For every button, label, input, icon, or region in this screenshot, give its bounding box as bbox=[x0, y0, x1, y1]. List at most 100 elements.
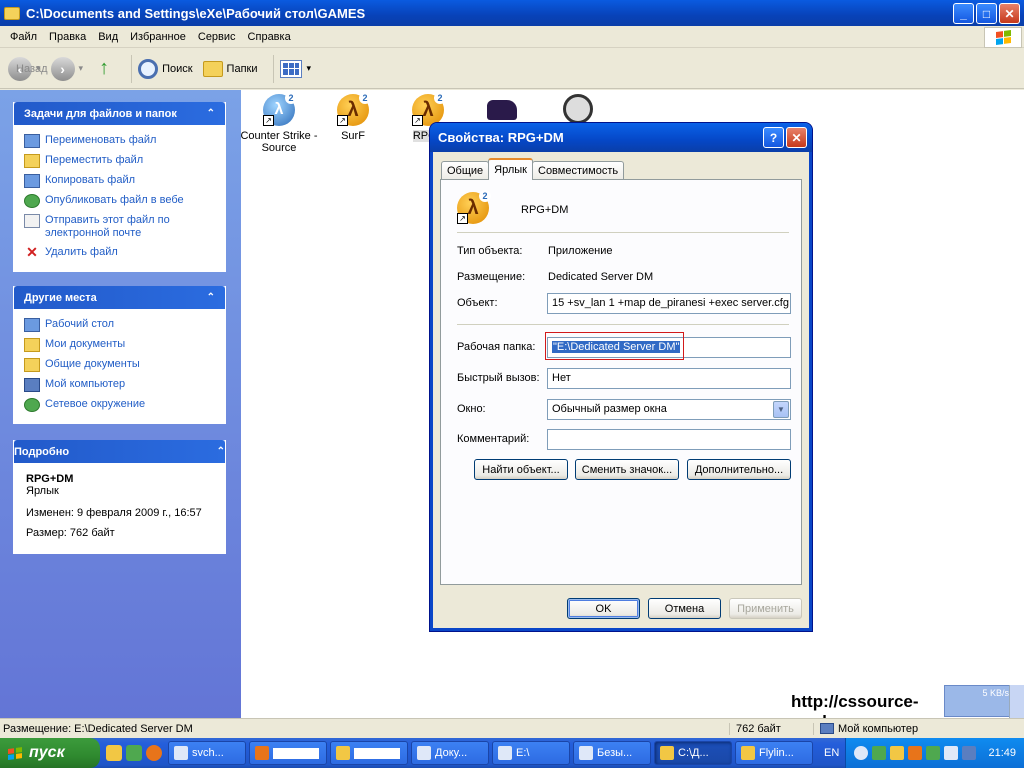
collapse-chevron-icon[interactable]: ⌃ bbox=[207, 108, 215, 119]
forward-arrow-icon: › bbox=[50, 56, 75, 81]
app-icon bbox=[336, 746, 350, 760]
forward-dropdown-icon[interactable]: ▾ bbox=[79, 63, 84, 74]
volume-icon[interactable] bbox=[962, 746, 977, 760]
chevron-down-icon[interactable]: ▼ bbox=[773, 401, 789, 418]
task-label: Удалить файл bbox=[45, 246, 118, 258]
taskbar-button[interactable]: Доку... bbox=[411, 741, 489, 765]
taskbar-button[interactable] bbox=[249, 741, 327, 765]
place-label: Мой компьютер bbox=[45, 378, 126, 390]
place-shared-documents[interactable]: Общие документы bbox=[24, 355, 215, 375]
dialog-title: Свойства: RPG+DM bbox=[438, 130, 564, 145]
tray-icon[interactable] bbox=[872, 746, 887, 760]
quicklaunch-icon[interactable] bbox=[126, 745, 142, 761]
hotkey-field[interactable]: Нет bbox=[547, 368, 791, 389]
close-button[interactable]: ✕ bbox=[999, 3, 1020, 24]
task-email[interactable]: Отправить этот файл по электронной почте bbox=[24, 211, 215, 243]
collapse-chevron-icon[interactable]: ⌃ bbox=[217, 446, 225, 457]
search-button[interactable]: Поиск bbox=[138, 58, 193, 79]
help-button[interactable]: ? bbox=[763, 127, 784, 148]
tray-icon[interactable] bbox=[854, 746, 869, 760]
explorer-title-bar[interactable]: C:\Documents and Settings\eXe\Рабочий ст… bbox=[0, 0, 1024, 26]
minimize-button[interactable]: _ bbox=[953, 3, 974, 24]
file-tasks-header[interactable]: Задачи для файлов и папок ⌃ bbox=[14, 102, 225, 125]
taskbar-button[interactable]: Безы... bbox=[573, 741, 651, 765]
apply-button[interactable]: Применить bbox=[729, 598, 802, 619]
place-network[interactable]: Сетевое окружение bbox=[24, 395, 215, 415]
tab-compatibility[interactable]: Совместимость bbox=[532, 161, 625, 180]
maximize-button[interactable]: □ bbox=[976, 3, 997, 24]
start-button[interactable]: пуск bbox=[0, 738, 100, 768]
taskbar-label: Flylin... bbox=[759, 747, 794, 759]
folders-label: Папки bbox=[226, 62, 258, 75]
file-item[interactable]: λ 2 ↗ SurF bbox=[313, 92, 393, 142]
task-pane: Задачи для файлов и папок ⌃ Переименоват… bbox=[0, 90, 241, 718]
back-label: Назад bbox=[16, 62, 48, 75]
task-publish-web[interactable]: Опубликовать файл в вебе bbox=[24, 191, 215, 211]
folder-icon bbox=[660, 746, 674, 760]
ok-button[interactable]: OK bbox=[567, 598, 640, 619]
back-button[interactable]: ‹ Назад ▾ bbox=[8, 56, 48, 81]
file-item[interactable]: λ 2 ↗ Counter Strike - Source bbox=[239, 92, 319, 154]
tab-shortcut[interactable]: Ярлык bbox=[488, 158, 533, 180]
menu-edit[interactable]: Правка bbox=[43, 31, 92, 43]
place-my-documents[interactable]: Мои документы bbox=[24, 335, 215, 355]
task-move[interactable]: Переместить файл bbox=[24, 151, 215, 171]
workdir-label: Рабочая папка: bbox=[457, 341, 536, 353]
menu-help[interactable]: Справка bbox=[242, 31, 297, 43]
tray-icon[interactable] bbox=[926, 746, 941, 760]
task-label: Опубликовать файл в вебе bbox=[45, 194, 184, 206]
menu-view[interactable]: Вид bbox=[92, 31, 124, 43]
task-rename[interactable]: Переименовать файл bbox=[24, 131, 215, 151]
language-indicator[interactable]: EN bbox=[824, 747, 844, 759]
documents-folder-icon bbox=[24, 338, 40, 352]
target-label: Объект: bbox=[457, 297, 498, 309]
divider bbox=[457, 232, 789, 233]
window-label: Окно: bbox=[457, 403, 486, 415]
other-places-header[interactable]: Другие места ⌃ bbox=[14, 286, 225, 309]
window-title: C:\Documents and Settings\eXe\Рабочий ст… bbox=[26, 5, 366, 21]
place-desktop[interactable]: Рабочий стол bbox=[24, 315, 215, 335]
window-select[interactable]: Обычный размер окна ▼ bbox=[547, 399, 791, 420]
quicklaunch-icon[interactable] bbox=[106, 745, 122, 761]
rename-icon bbox=[24, 134, 40, 148]
tray-icon[interactable] bbox=[890, 746, 905, 760]
up-button[interactable]: ↑ bbox=[93, 57, 115, 80]
clock[interactable]: 21:49 bbox=[988, 747, 1016, 759]
taskbar-button-active[interactable]: C:\Д... bbox=[654, 741, 732, 765]
place-my-computer[interactable]: Мой компьютер bbox=[24, 375, 215, 395]
views-button[interactable]: ▾ bbox=[280, 59, 311, 78]
firefox-icon[interactable] bbox=[146, 745, 162, 761]
collapse-chevron-icon[interactable]: ⌃ bbox=[207, 292, 215, 303]
taskbar-button[interactable] bbox=[330, 741, 408, 765]
tab-general[interactable]: Общие bbox=[441, 161, 490, 180]
forward-button[interactable]: › ▾ bbox=[50, 56, 84, 81]
cancel-button[interactable]: Отмена bbox=[648, 598, 721, 619]
tray-icon[interactable] bbox=[908, 746, 923, 760]
taskbar-button[interactable]: svch... bbox=[168, 741, 246, 765]
folders-button[interactable]: Папки bbox=[202, 60, 258, 77]
highlight-box bbox=[545, 332, 684, 360]
task-copy[interactable]: Копировать файл bbox=[24, 171, 215, 191]
dialog-close-button[interactable]: ✕ bbox=[786, 127, 807, 148]
search-label: Поиск bbox=[162, 62, 193, 75]
taskbar-button[interactable]: E:\ bbox=[492, 741, 570, 765]
menu-tools[interactable]: Сервис bbox=[192, 31, 242, 43]
advanced-button[interactable]: Дополнительно... bbox=[687, 459, 791, 480]
location-label: Размещение: bbox=[457, 271, 526, 283]
taskbar-button[interactable]: Flylin... bbox=[735, 741, 813, 765]
change-icon-button[interactable]: Сменить значок... bbox=[575, 459, 679, 480]
windows-logo-icon bbox=[8, 746, 23, 760]
dialog-tabs: Общие Ярлык Совместимость bbox=[441, 158, 625, 180]
dialog-title-bar[interactable]: Свойства: RPG+DM ? ✕ bbox=[430, 123, 812, 152]
menu-file[interactable]: Файл bbox=[4, 31, 43, 43]
details-header[interactable]: Подробно ⌃ bbox=[14, 440, 225, 463]
target-field[interactable]: 15 +sv_lan 1 +map de_piranesi +exec serv… bbox=[547, 293, 791, 314]
tray-icon[interactable] bbox=[944, 746, 959, 760]
globe-icon bbox=[24, 194, 40, 208]
menu-favorites[interactable]: Избранное bbox=[124, 31, 192, 43]
comment-field[interactable] bbox=[547, 429, 791, 450]
redacted-label bbox=[354, 747, 400, 759]
task-delete[interactable]: ✕ Удалить файл bbox=[24, 243, 215, 263]
app-icon bbox=[417, 746, 431, 760]
find-target-button[interactable]: Найти объект... bbox=[474, 459, 568, 480]
